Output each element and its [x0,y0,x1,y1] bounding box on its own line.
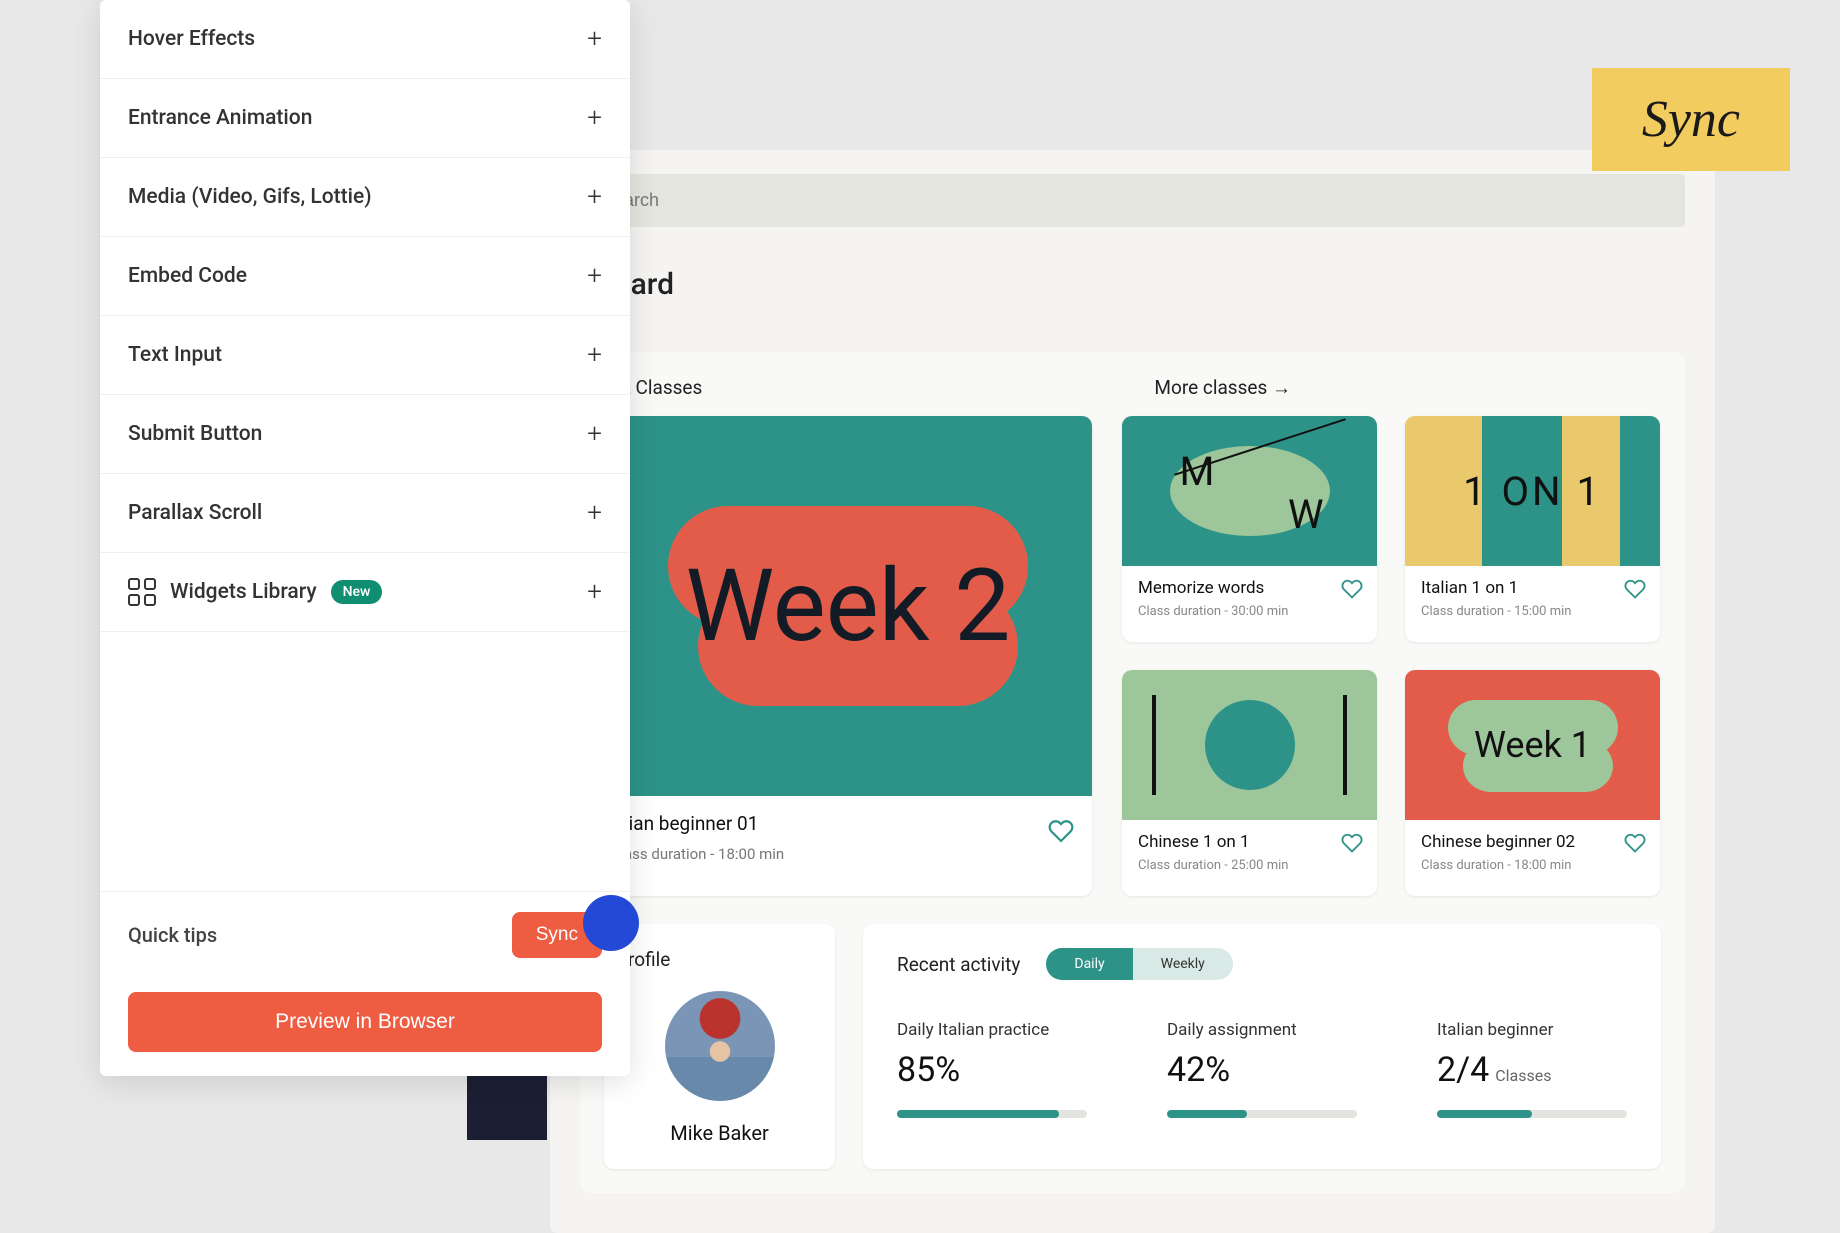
plus-icon[interactable]: + [587,103,602,133]
profile-card: rofile Mike Baker [604,924,835,1169]
progress-bar [1167,1110,1357,1118]
art-text: 1 ON 1 [1463,468,1602,515]
activity-card: Recent activity Daily Weekly Daily Itali… [863,924,1661,1169]
avatar [665,991,775,1101]
stat-label: Daily assignment [1167,1020,1357,1040]
dashboard-card: nboard ent Classes More classes → Week 2 [550,150,1715,1233]
panel-row-embed-code[interactable]: Embed Code + [100,237,630,316]
widgets-sidebar: Hover Effects + Entrance Animation + Med… [100,0,630,1076]
class-card-meta: ass duration - 18:00 min [624,845,1072,863]
panel-row-label: Entrance Animation [128,106,312,130]
class-card-small[interactable]: Week 1 Chinese beginner 02 Class duratio… [1405,670,1660,896]
tour-highlight-dot[interactable] [583,895,639,951]
heart-icon[interactable] [1624,578,1646,600]
activity-title: Recent activity [897,953,1020,976]
classes-board: ent Classes More classes → Week 2 lian b… [580,352,1685,1193]
class-card-artwork: 1 ON 1 [1405,416,1660,566]
class-card-meta: Class duration - 30:00 min [1138,604,1361,619]
panel-row-hover-effects[interactable]: Hover Effects + [100,0,630,79]
panel-row-label: Submit Button [128,422,262,446]
search-input[interactable] [580,174,1685,227]
class-card-large[interactable]: Week 2 lian beginner 01 ass duration - 1… [604,416,1092,896]
class-card-title: Chinese 1 on 1 [1138,832,1361,852]
class-card-artwork: M W [1122,416,1377,566]
heart-icon[interactable] [1341,832,1363,854]
stat-value: 85% [897,1050,1087,1090]
stat-value: 42% [1167,1050,1357,1090]
panel-row-label: Parallax Scroll [128,501,262,525]
small-classes-grid: M W Memorize words Class duration - 30:0… [1122,416,1660,896]
class-card-meta: Class duration - 15:00 min [1421,604,1644,619]
stat-label: Daily Italian practice [897,1020,1087,1040]
toggle-daily[interactable]: Daily [1046,948,1132,980]
art-text: Week 1 [1474,724,1591,766]
plus-icon[interactable]: + [587,498,602,528]
class-card-artwork: Week 1 [1405,670,1660,820]
plus-icon[interactable]: + [587,340,602,370]
preview-in-browser-button[interactable]: Preview in Browser [128,992,602,1052]
profile-label: rofile [628,948,811,971]
class-card-artwork: Week 2 [604,416,1092,796]
panel-row-widgets-library[interactable]: Widgets Library New + [100,553,630,632]
stat-item: Italian beginner 2/4Classes [1437,1020,1627,1118]
heart-icon[interactable] [1048,818,1074,844]
plus-icon[interactable]: + [587,261,602,291]
class-card-small[interactable]: M W Memorize words Class duration - 30:0… [1122,416,1377,642]
panel-row-media[interactable]: Media (Video, Gifs, Lottie) + [100,158,630,237]
panel-row-parallax-scroll[interactable]: Parallax Scroll + [100,474,630,553]
panel-row-submit-button[interactable]: Submit Button + [100,395,630,474]
class-card-title: Italian 1 on 1 [1421,578,1644,598]
panel-row-label: Embed Code [128,264,247,288]
class-card-small[interactable]: Chinese 1 on 1 Class duration - 25:00 mi… [1122,670,1377,896]
class-card-title: Chinese beginner 02 [1421,832,1644,852]
class-card-title: Memorize words [1138,578,1361,598]
plus-icon[interactable]: + [587,577,602,607]
panel-row-entrance-animation[interactable]: Entrance Animation + [100,79,630,158]
stat-item: Daily assignment 42% [1167,1020,1357,1118]
panel-row-label: Media (Video, Gifs, Lottie) [128,185,372,209]
widgets-grid-icon [128,578,156,606]
class-card-artwork [1122,670,1377,820]
progress-bar [897,1110,1087,1118]
plus-icon[interactable]: + [587,24,602,54]
heart-icon[interactable] [1624,832,1646,854]
plus-icon[interactable]: + [587,419,602,449]
panel-row-label: Widgets Library [170,580,317,604]
sync-tag-banner: Sync [1592,68,1790,171]
panel-row-label: Text Input [128,343,222,367]
new-badge: New [331,580,383,604]
stat-value: 2/4Classes [1437,1050,1627,1090]
quick-tips-link[interactable]: Quick tips [128,923,217,947]
dashboard-title: nboard [580,267,1685,302]
panel-row-label: Hover Effects [128,27,255,51]
class-card-small[interactable]: 1 ON 1 Italian 1 on 1 Class duration - 1… [1405,416,1660,642]
more-classes-link[interactable]: More classes → [1154,376,1291,400]
profile-name: Mike Baker [628,1121,811,1145]
class-card-title: lian beginner 01 [624,812,1072,835]
panel-empty-area [100,632,630,892]
art-letter-w: W [1288,491,1324,538]
toggle-weekly[interactable]: Weekly [1133,948,1233,980]
activity-toggle[interactable]: Daily Weekly [1046,948,1232,980]
class-artwork-text: Week 2 [686,548,1011,665]
stat-item: Daily Italian practice 85% [897,1020,1087,1118]
heart-icon[interactable] [1341,578,1363,600]
progress-bar [1437,1110,1627,1118]
class-card-meta: Class duration - 25:00 min [1138,858,1361,873]
plus-icon[interactable]: + [587,182,602,212]
stat-label: Italian beginner [1437,1020,1627,1040]
panel-row-text-input[interactable]: Text Input + [100,316,630,395]
class-card-meta: Class duration - 18:00 min [1421,858,1644,873]
